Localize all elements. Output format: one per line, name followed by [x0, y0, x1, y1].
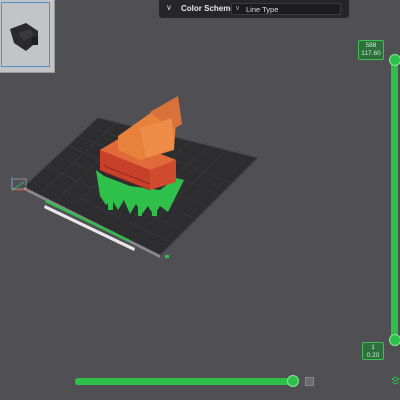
layer-slider-bottom-handle[interactable]	[389, 334, 400, 346]
move-slider-settings-button[interactable]	[305, 377, 314, 386]
plate-marker	[165, 255, 169, 258]
top-layer-number: 588	[365, 42, 377, 49]
layer-slider-track[interactable]	[391, 58, 398, 342]
layers-icon[interactable]	[391, 376, 400, 386]
top-layer-height: 117.60	[361, 50, 381, 57]
move-slider-track[interactable]	[75, 378, 297, 385]
layer-bottom-label: 1 0.20	[362, 342, 384, 360]
layer-top-label: 588 117.60	[358, 40, 384, 60]
bottom-layer-number: 1	[371, 344, 375, 351]
bottom-layer-height: 0.20	[366, 351, 380, 359]
preview-viewport[interactable]	[0, 0, 400, 400]
move-slider-handle[interactable]	[287, 375, 299, 387]
layer-slider-top-handle[interactable]	[389, 54, 400, 66]
